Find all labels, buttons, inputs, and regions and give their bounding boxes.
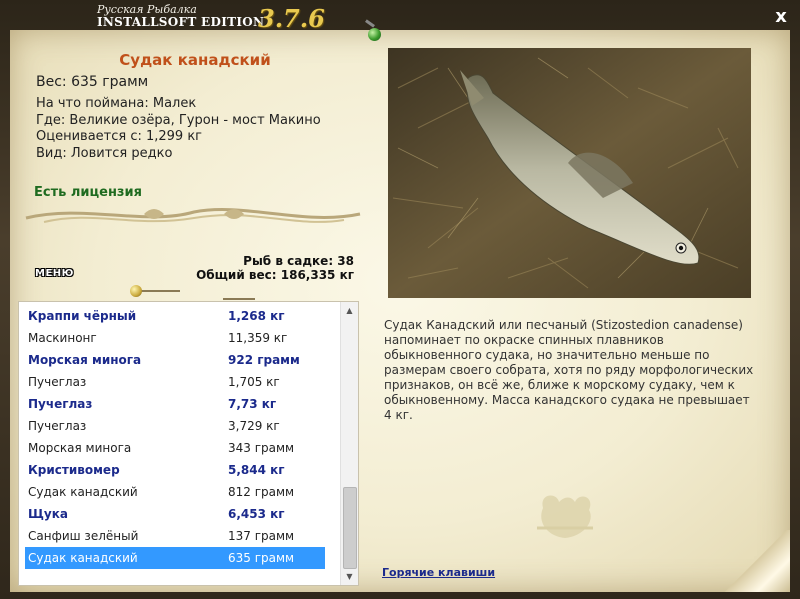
fish-weight: Вес: 635 грамм: [36, 74, 149, 90]
keepnet-total-weight: Общий вес: 186,335 кг: [196, 268, 354, 282]
fish-bait: На что поймана: Малек: [36, 96, 197, 111]
list-item[interactable]: Пучеглаз 1,705 кг: [25, 371, 325, 393]
fish-photo: [388, 48, 751, 298]
fish-weight-cell: 922 грамм: [228, 353, 300, 367]
list-item[interactable]: Краппи чёрный 1,268 кг: [25, 305, 325, 327]
catch-list[interactable]: ▲ ▼ Краппи чёрный 1,268 кг Маскинонг 11,359…: [18, 301, 359, 586]
list-scrollbar[interactable]: ▲ ▼: [340, 302, 358, 585]
fish-name-cell: Морская минога: [28, 353, 142, 367]
pin-thread: [140, 290, 180, 292]
list-item[interactable]: Маскинонг 11,359 кг: [25, 327, 325, 349]
page-curl: [720, 530, 790, 592]
fish-title: Судак канадский: [119, 51, 271, 69]
fish-weight-cell: 5,844 кг: [228, 463, 285, 477]
fish-weight-cell: 7,73 кг: [228, 397, 277, 411]
fish-weight-cell: 1,268 кг: [228, 309, 285, 323]
fish-name-cell: Пучеглаз: [28, 375, 87, 389]
list-item[interactable]: Морская минога 922 грамм: [25, 349, 325, 371]
fish-name-cell: Морская минога: [28, 441, 132, 455]
ornament-divider: [25, 208, 361, 223]
app-version: 3.7.6: [258, 4, 325, 33]
list-item[interactable]: Пучеглаз 3,729 кг: [25, 415, 325, 437]
fish-name-cell: Санфиш зелёный: [28, 529, 139, 543]
list-item[interactable]: Кристивомер 5,844 кг: [25, 459, 325, 481]
green-pin-icon: [368, 28, 381, 41]
fish-description: Судак Канадский или песчаный (Stizostedi…: [384, 318, 754, 422]
fish-stamp-icon: [537, 495, 593, 538]
fish-weight-cell: 137 грамм: [228, 529, 295, 543]
hotkeys-link[interactable]: Горячие клавиши: [382, 566, 495, 579]
menu-button[interactable]: МЕНЮ: [35, 268, 74, 279]
pin-thread-2: [223, 298, 255, 300]
gold-pin-icon: [130, 285, 142, 297]
fish-weight-cell: 6,453 кг: [228, 507, 285, 521]
fish-name-cell: Кристивомер: [28, 463, 120, 477]
app-brand: INSTALLSOFT EDITION: [97, 15, 265, 29]
keepnet-count: Рыб в садке: 38: [243, 254, 354, 268]
fish-location: Где: Великие озёра, Гурон - мост Макино: [36, 113, 321, 128]
fish-weight-cell: 1,705 кг: [228, 375, 280, 389]
fish-weight-cell: 343 грамм: [228, 441, 295, 455]
fish-name-cell: Судак канадский: [28, 551, 138, 565]
list-item[interactable]: Судак канадский 635 грамм: [25, 547, 325, 569]
fish-name-cell: Судак канадский: [28, 485, 138, 499]
fish-weight-cell: 3,729 кг: [228, 419, 280, 433]
fish-name-cell: Краппи чёрный: [28, 309, 137, 323]
fish-value: Оценивается с: 1,299 кг: [36, 129, 203, 144]
list-item[interactable]: Судак канадский 812 грамм: [25, 481, 325, 503]
list-item[interactable]: Пучеглаз 7,73 кг: [25, 393, 325, 415]
fish-name-cell: Щука: [28, 507, 68, 521]
fish-kind: Вид: Ловится редко: [36, 146, 173, 161]
scroll-up-icon[interactable]: ▲: [341, 302, 358, 319]
close-button[interactable]: x: [770, 6, 792, 28]
list-item[interactable]: Санфиш зелёный 137 грамм: [25, 525, 325, 547]
list-item[interactable]: Щука 6,453 кг: [25, 503, 325, 525]
fish-weight-cell: 11,359 кг: [228, 331, 288, 345]
fish-name-cell: Пучеглаз: [28, 397, 93, 411]
fish-weight-cell: 812 грамм: [228, 485, 295, 499]
list-item[interactable]: Морская минога 343 грамм: [25, 437, 325, 459]
fish-name-cell: Маскинонг: [28, 331, 97, 345]
scroll-down-icon[interactable]: ▼: [341, 568, 358, 585]
fish-name-cell: Пучеглаз: [28, 419, 87, 433]
fish-weight-cell: 635 грамм: [228, 551, 295, 565]
scroll-thumb[interactable]: [343, 487, 357, 569]
